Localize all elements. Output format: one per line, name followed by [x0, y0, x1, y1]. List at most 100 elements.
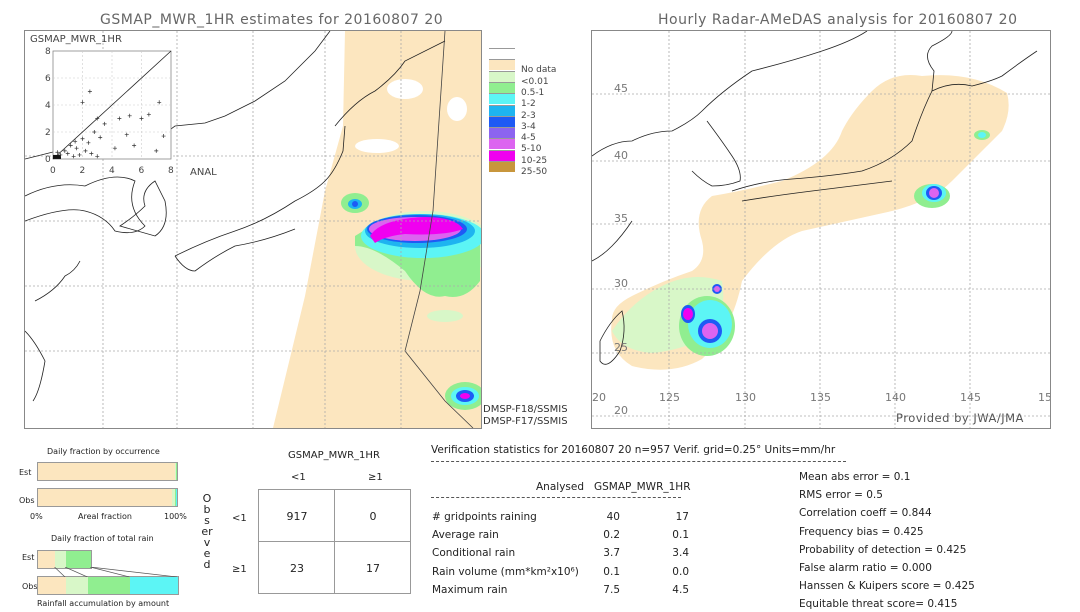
legend-swatch — [489, 115, 515, 127]
stat-analysed: 3.7 — [603, 547, 620, 560]
bar-segment — [38, 463, 175, 480]
stat-model: 3.4 — [672, 547, 689, 560]
occurrence-obs-bar — [37, 488, 178, 507]
legend-swatch — [489, 93, 515, 105]
sensor-label: DMSP-F17/SSMIS — [483, 416, 568, 427]
scatter-x-tick: 8 — [168, 166, 174, 176]
scatter-y-tick: 0 — [45, 155, 51, 165]
legend-label: 25-50 — [521, 167, 548, 177]
bar-segment — [38, 551, 56, 568]
legend-item — [489, 48, 559, 59]
verification-header: Verification statistics for 20160807 20 … — [431, 444, 836, 456]
contingency-row-header: ≥1 — [232, 564, 247, 575]
scatter-x-tick: 2 — [80, 166, 86, 176]
contingency-col-header: <1 — [291, 472, 306, 483]
scatter-point-cluster — [53, 154, 61, 159]
legend-swatch — [489, 48, 515, 59]
legend-item: 25-50 — [489, 161, 559, 177]
legend-item: 0.5-1 — [489, 81, 559, 98]
bar-segment — [55, 551, 66, 568]
total-rain-obs-label: Obs — [22, 582, 38, 591]
stat-model: 0.0 — [672, 565, 689, 578]
legend-item: 3-4 — [489, 115, 559, 132]
scatter-inset: 0 2 4 6 8 0 2 4 6 8 — [45, 47, 174, 176]
connector-line — [64, 567, 88, 577]
connector-line — [90, 567, 177, 577]
latitude-label: 40 — [614, 149, 628, 162]
left-map-title: GSMAP_MWR_1HR estimates for 20160807 20 — [100, 12, 444, 28]
score-item: Mean abs error = 0.1 — [799, 471, 911, 483]
legend-swatch — [489, 138, 515, 150]
occurrence-est-label: Est — [19, 468, 32, 477]
contingency-cell-false-alarm: 0 — [369, 510, 377, 523]
occurrence-axis-label: Areal fraction — [78, 512, 132, 521]
legend-item: 10-25 — [489, 149, 559, 166]
legend-item: 5-10 — [489, 138, 559, 154]
bar-segment — [176, 489, 177, 506]
bar-segment — [130, 577, 178, 594]
sensor-label: DMSP-F18/SSMIS — [483, 404, 568, 415]
contingency-col-header: ≥1 — [368, 472, 383, 483]
longitude-label: 15 — [1038, 391, 1051, 404]
longitude-label: 20 — [592, 391, 606, 404]
contingency-cell-hit: 17 — [366, 562, 380, 575]
legend-swatch — [489, 104, 515, 116]
bar-segment — [176, 463, 177, 480]
occurrence-obs-label: Obs — [19, 496, 35, 505]
color-legend: No data <0.01 0.5-1 1-2 2-3 3-4 4-5 5-10 10-25 25… — [489, 48, 569, 183]
contingency-cell-miss: 23 — [290, 562, 304, 575]
stat-analysed: 7.5 — [603, 583, 620, 596]
legend-item: 4-5 — [489, 127, 559, 143]
longitude-label: 145 — [960, 391, 981, 404]
latitude-label: 20 — [614, 404, 628, 417]
left-map-panel: 0 2 4 6 8 0 2 4 6 8 GSMAP_MWR_1HR ANAL — [24, 30, 482, 429]
bar-segment — [38, 577, 66, 594]
right-map-panel: 45 40 35 30 25 20 20 125 130 135 140 145 15 Provide… — [591, 30, 1051, 429]
longitude-label: 130 — [735, 391, 756, 404]
score-item: False alarm ratio = 0.000 — [799, 562, 932, 574]
score-item: Correlation coeff = 0.844 — [799, 507, 932, 520]
scatter-x-tick: 6 — [139, 166, 145, 176]
stat-model: 17 — [675, 511, 689, 523]
latitude-label: 35 — [614, 212, 628, 225]
stat-label: Rain volume (mm*km²x10⁶) — [432, 565, 579, 578]
score-item: Hanssen & Kuipers score = 0.425 — [799, 580, 975, 593]
observed-axis-label: Observed — [201, 492, 213, 571]
no-swath-gap — [447, 97, 467, 121]
stat-model: 4.5 — [672, 583, 689, 596]
contingency-model-label: GSMAP_MWR_1HR — [288, 450, 380, 461]
scatter-x-tick: 4 — [109, 166, 115, 176]
legend-swatch — [489, 70, 515, 82]
connector-line — [54, 567, 66, 577]
right-map-svg — [592, 31, 1050, 428]
bar-segment — [66, 577, 89, 594]
bar-segment — [88, 577, 131, 594]
connector-line — [90, 567, 130, 577]
scatter-y-tick: 8 — [45, 47, 51, 57]
right-map-title: Hourly Radar-AMeDAS analysis for 2016080… — [658, 12, 1018, 28]
divider — [431, 461, 846, 462]
scatter-x-tick: 0 — [50, 166, 56, 176]
score-item: Equitable threat score= 0.415 — [799, 598, 958, 611]
score-item: Probability of detection = 0.425 — [799, 543, 967, 556]
radar-coverage — [611, 75, 1009, 370]
stat-label: Average rain — [432, 529, 499, 542]
col-analysed: Analysed — [536, 481, 584, 493]
legend-item: No data — [489, 59, 559, 75]
stat-model: 0.1 — [672, 529, 689, 542]
legend-swatch — [489, 59, 515, 71]
occurrence-axis-min: 0% — [30, 512, 43, 521]
legend-swatch — [489, 81, 515, 93]
scatter-title: GSMAP_MWR_1HR — [30, 34, 122, 45]
total-rain-title: Daily fraction of total rain — [51, 534, 154, 543]
longitude-label: 140 — [885, 391, 906, 404]
longitude-label: 135 — [810, 391, 831, 404]
legend-swatch — [489, 127, 515, 139]
score-item: RMS error = 0.5 — [799, 489, 883, 502]
occurrence-axis-max: 100% — [164, 512, 187, 521]
no-swath-gap — [387, 79, 423, 99]
occurrence-est-bar — [37, 462, 178, 481]
total-rain-caption: Rainfall accumulation by amount — [37, 599, 170, 608]
longitude-label: 125 — [659, 391, 680, 404]
stat-analysed: 0.1 — [603, 565, 620, 578]
